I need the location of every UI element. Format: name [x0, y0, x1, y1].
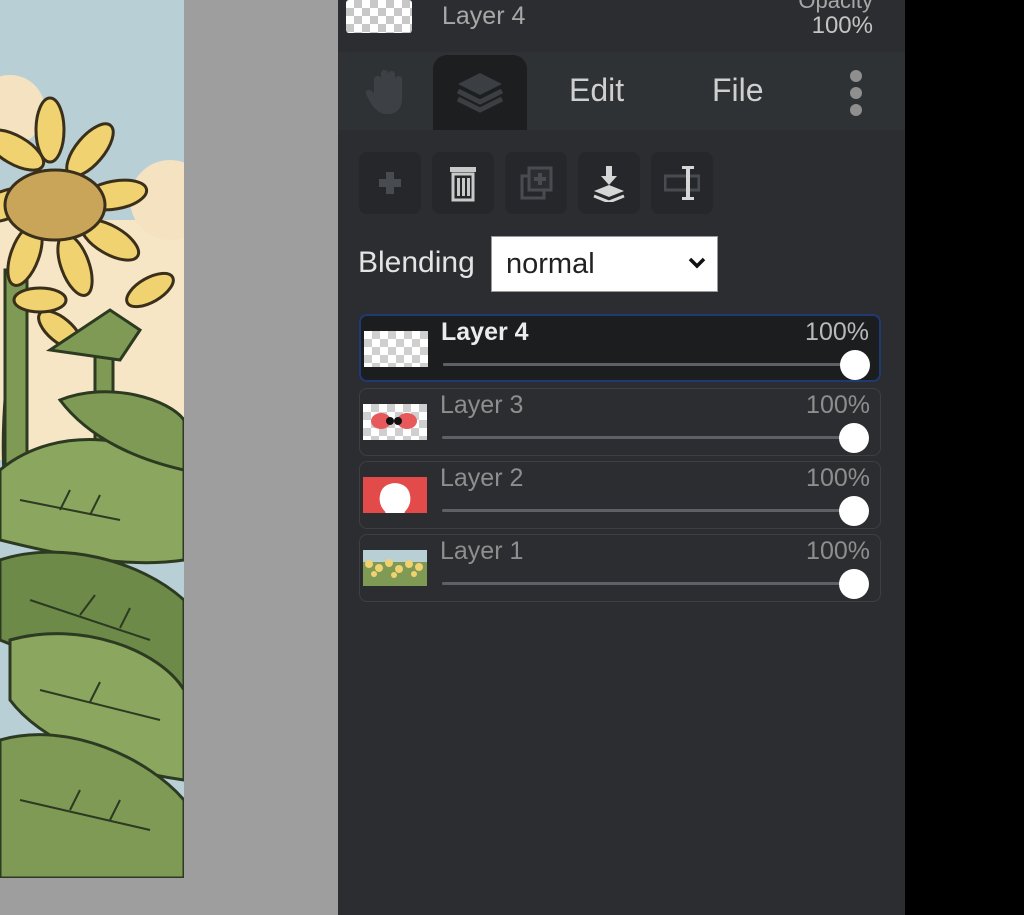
layer-opacity: 100% [806, 464, 870, 492]
layer-thumbnail [364, 331, 428, 367]
canvas-area[interactable] [0, 0, 338, 915]
layer-row-1[interactable]: Layer 1 100% [359, 534, 881, 602]
delete-layer-button[interactable] [432, 152, 494, 214]
slider-knob[interactable] [839, 569, 869, 599]
duplicate-layer-button[interactable] [505, 152, 567, 214]
layer-opacity: 100% [805, 318, 869, 346]
layers-panel: Layer 4 Opacity 100% Edit File Blending … [338, 0, 905, 915]
layer-row-4[interactable]: Layer 4 100% [359, 314, 881, 382]
layer-thumbnail [363, 404, 427, 440]
tab-file[interactable]: File [712, 72, 764, 109]
layer-row-2[interactable]: Layer 2 100% [359, 461, 881, 529]
slider-fill [442, 582, 854, 585]
top-layer-name: Layer 4 [442, 2, 526, 30]
layer-name: Layer 3 [440, 391, 524, 419]
opacity-slider[interactable] [442, 569, 869, 599]
tab-layers[interactable] [433, 55, 527, 130]
duplicate-layer-icon [520, 166, 553, 200]
opacity-slider[interactable] [443, 350, 870, 380]
blending-select[interactable]: normal [491, 236, 718, 292]
add-layer-button[interactable] [359, 152, 421, 214]
layer-name: Layer 4 [441, 318, 529, 346]
tab-edit[interactable]: Edit [569, 72, 624, 109]
opacity-slider[interactable] [442, 423, 869, 453]
layer-thumbnail [363, 550, 427, 586]
slider-fill [442, 509, 854, 512]
more-options-icon[interactable] [850, 70, 864, 116]
layer-thumbnail [363, 477, 427, 513]
slider-knob[interactable] [839, 423, 869, 453]
layer-opacity: 100% [806, 537, 870, 565]
delete-layer-icon [450, 167, 476, 202]
slider-knob[interactable] [840, 350, 870, 380]
panel-tab-bar: Edit File [338, 52, 905, 130]
merge-down-icon [593, 166, 625, 202]
top-layer-preview: Layer 4 Opacity 100% [338, 0, 905, 52]
artwork-image[interactable] [0, 0, 184, 878]
rename-layer-icon [664, 166, 700, 200]
opacity-slider[interactable] [442, 496, 869, 526]
chevron-down-icon [688, 257, 706, 269]
merge-down-button[interactable] [578, 152, 640, 214]
layers-icon [456, 73, 504, 113]
layer-name: Layer 1 [440, 537, 524, 565]
rename-layer-button[interactable] [651, 152, 713, 214]
layer-name: Layer 2 [440, 464, 524, 492]
top-layer-thumbnail [346, 0, 412, 33]
top-opacity-value: 100% [811, 12, 873, 39]
slider-fill [442, 436, 854, 439]
layer-opacity: 100% [806, 391, 870, 419]
blending-label: Blending [358, 246, 475, 279]
slider-knob[interactable] [839, 496, 869, 526]
window-edge [905, 0, 1024, 915]
blending-select-value: normal [506, 248, 595, 280]
layer-row-3[interactable]: Layer 3 100% [359, 388, 881, 456]
add-layer-icon [379, 172, 401, 194]
hand-tool-icon[interactable] [360, 66, 412, 118]
slider-fill [443, 363, 855, 366]
